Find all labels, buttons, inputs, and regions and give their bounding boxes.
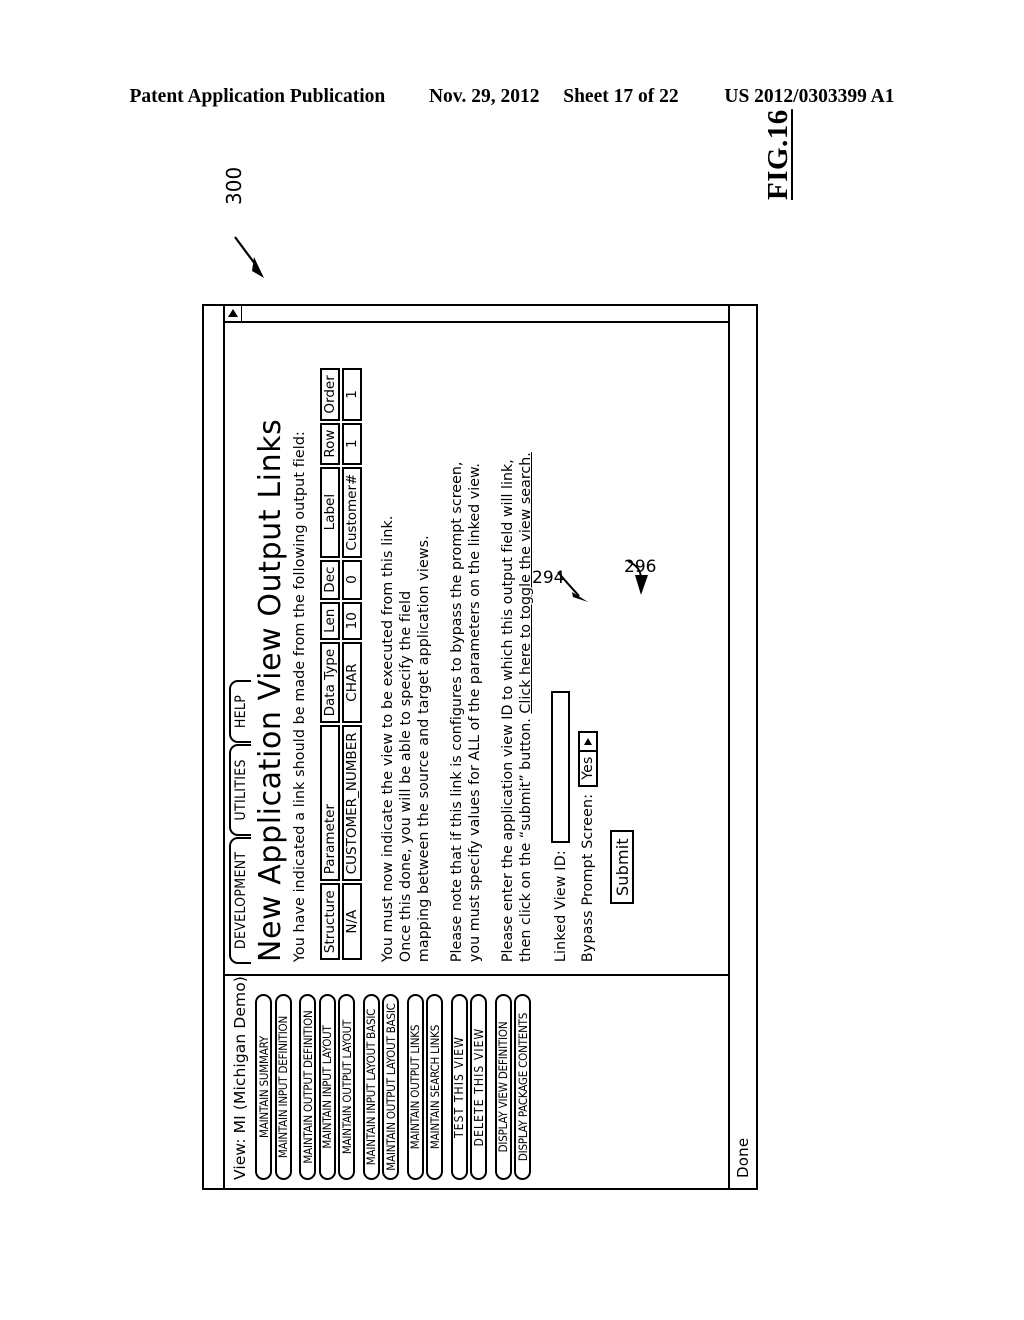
- paragraph-4-text: then click on the “submit” button.: [518, 713, 534, 963]
- bypass-prompt-value: Yes: [580, 756, 596, 780]
- patent-number: US 2012/0303399 A1: [724, 86, 895, 107]
- sidebar-item-maintain-output-definition[interactable]: MAINTAIN OUTPUT DEFINITION: [299, 994, 316, 1180]
- sheet-number: Sheet 17 of 22: [563, 86, 679, 107]
- sidebar-item-maintain-input-definition[interactable]: MAINTAIN INPUT DEFINITION: [274, 994, 292, 1180]
- sidebar-item-maintain-output-layout[interactable]: MAINTAIN OUTPUT LAYOUT: [338, 994, 355, 1180]
- bypass-prompt-label: Bypass Prompt Screen:: [580, 793, 596, 963]
- output-field-table: Structure Parameter Data Type Len Dec La…: [318, 366, 364, 962]
- body-content: You have indicated a link should be made…: [291, 331, 634, 962]
- vertical-scrollbar[interactable]: [225, 306, 728, 323]
- reference-numeral-300: 300: [222, 166, 246, 205]
- sidebar-item-maintain-input-layout[interactable]: MAINTAIN INPUT LAYOUT: [318, 994, 336, 1180]
- bypass-prompt-select[interactable]: Yes: [578, 730, 598, 787]
- cell-label: Customer#: [342, 466, 362, 558]
- sidebar-item-maintain-search-links[interactable]: MAINTAIN SEARCH LINKS: [426, 994, 443, 1180]
- paragraph-4-line-1: Please enter the application view ID to …: [500, 459, 516, 963]
- table-header-row: Row: [320, 422, 340, 465]
- cell-dec: 0: [342, 559, 362, 600]
- table-header-label: Label: [320, 466, 340, 558]
- cell-row: 1: [342, 422, 362, 465]
- browser-status-bar: Done: [728, 306, 756, 1188]
- status-text: Done: [734, 1137, 752, 1178]
- cell-len: 10: [342, 601, 362, 640]
- view-label: View: MI (Michigan Demo): [231, 976, 249, 1180]
- linked-view-id-row: Linked View ID:: [551, 331, 570, 962]
- reference-leader-300: [234, 236, 264, 278]
- patent-page-header: Patent Application Publication Nov. 29, …: [0, 86, 1024, 108]
- form-area: Linked View ID: Bypass Prompt Screen: Ye…: [551, 331, 634, 962]
- reference-callout-294: 294: [532, 510, 602, 630]
- bypass-prompt-row: Bypass Prompt Screen: Yes: [578, 331, 598, 962]
- paragraph-2-line-1: You must now indicate the view to be exe…: [380, 515, 396, 963]
- cell-structure: N/A: [342, 883, 362, 961]
- browser-title-bar: [204, 306, 225, 1188]
- table-header-data-type: Data Type: [320, 641, 340, 724]
- browser-window: View: MI (Michigan Demo) MAINTAIN SUMMAR…: [202, 304, 758, 1190]
- sidebar-nav: View: MI (Michigan Demo) MAINTAIN SUMMAR…: [225, 974, 728, 1188]
- figure-stage: View: MI (Michigan Demo) MAINTAIN SUMMAR…: [202, 300, 822, 1190]
- sidebar-item-test-this-view[interactable]: TEST THIS VIEW: [450, 994, 468, 1180]
- cell-order: 1: [342, 368, 362, 421]
- table-header-order: Order: [320, 368, 340, 421]
- table-header-row: Structure Parameter Data Type Len Dec La…: [320, 368, 340, 961]
- intro-paragraph: You have indicated a link should be made…: [292, 431, 308, 963]
- paragraph-3-line-2: you must specify values for ALL of the p…: [467, 463, 483, 963]
- figure-label: FIG.16: [762, 109, 794, 200]
- table-header-dec: Dec: [320, 559, 340, 600]
- tab-development[interactable]: DEVELOPMENT: [229, 836, 251, 965]
- sidebar-item-delete-this-view[interactable]: DELETE THIS VIEW: [470, 994, 487, 1180]
- paragraph-2-line-2: Once this done, you will be able to spec…: [398, 590, 414, 963]
- submit-button[interactable]: Submit: [610, 830, 634, 905]
- paragraph-2-line-3: mapping between the source and target ap…: [416, 535, 432, 963]
- linked-view-id-input[interactable]: [551, 691, 570, 844]
- reference-callout-296: 296: [622, 495, 682, 605]
- paragraph-3-line-1: Please note that if this link is configu…: [449, 461, 465, 963]
- tab-utilities[interactable]: UTILITIES: [229, 744, 251, 836]
- table-header-len: Len: [320, 601, 340, 640]
- sidebar-item-maintain-output-layout-basic[interactable]: MAINTAIN OUTPUT LAYOUT BASIC: [382, 994, 399, 1180]
- sidebar-item-maintain-input-layout-basic[interactable]: MAINTAIN INPUT LAYOUT BASIC: [362, 994, 380, 1180]
- chevron-down-icon: [580, 732, 596, 752]
- cell-data-type: CHAR: [342, 641, 362, 724]
- tab-help[interactable]: HELP: [229, 679, 251, 744]
- table-header-structure: Structure: [320, 883, 340, 961]
- cell-parameter: CUSTOMER_NUMBER: [342, 725, 362, 882]
- publication-text: Patent Application Publication: [129, 86, 386, 107]
- browser-content-area: View: MI (Michigan Demo) MAINTAIN SUMMAR…: [225, 306, 728, 1188]
- linked-view-id-label: Linked View ID:: [552, 850, 569, 963]
- publication-date: Nov. 29, 2012: [428, 86, 540, 107]
- scroll-down-icon[interactable]: [225, 306, 242, 321]
- main-panel: DEVELOPMENT UTILITIES HELP New Applicati…: [225, 323, 728, 974]
- tab-strip: DEVELOPMENT UTILITIES HELP: [229, 679, 251, 965]
- table-header-parameter: Parameter: [320, 725, 340, 882]
- paragraph-4-line-2: then click on the “submit” button. Click…: [517, 331, 535, 962]
- table-row: N/A CUSTOMER_NUMBER CHAR 10 0 Customer# …: [342, 368, 362, 961]
- sidebar-item-maintain-summary[interactable]: MAINTAIN SUMMARY: [255, 994, 272, 1180]
- sidebar-item-maintain-output-links[interactable]: MAINTAIN OUTPUT LINKS: [406, 994, 424, 1180]
- sidebar-item-display-package-contents[interactable]: DISPLAY PACKAGE CONTENTS: [514, 994, 531, 1180]
- page-title: New Application View Output Links: [253, 418, 288, 963]
- sidebar-item-display-view-definition[interactable]: DISPLAY VIEW DEFINITION: [494, 994, 512, 1180]
